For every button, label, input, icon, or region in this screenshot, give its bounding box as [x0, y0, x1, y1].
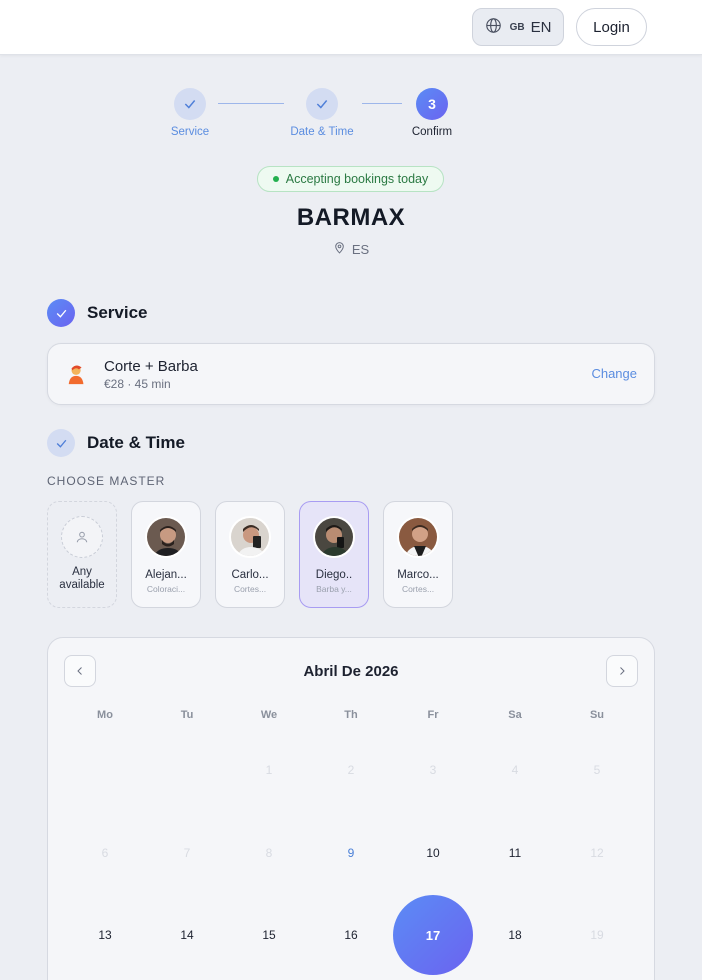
step-label: Date & Time [290, 126, 354, 138]
calendar-day: 5 [593, 763, 601, 777]
choose-master-label: CHOOSE MASTER [47, 474, 166, 488]
step-date-time[interactable]: Date & Time [277, 88, 367, 138]
calendar-day: 12 [590, 846, 604, 860]
master-name: Carlo... [231, 569, 269, 581]
next-month-button[interactable] [606, 655, 638, 687]
calendar-day: 19 [590, 928, 604, 942]
master-name: Marco... [397, 569, 439, 581]
section-title: Service [87, 303, 148, 322]
globe-icon [485, 17, 502, 38]
calendar-day[interactable]: 14 [157, 928, 217, 942]
master-avatar [313, 516, 355, 558]
weekday-header: Fr [427, 709, 439, 721]
calendar-day[interactable]: 9 [321, 846, 381, 860]
step-label: Service [170, 126, 210, 138]
calendar-day: 3 [429, 763, 437, 777]
change-service-link[interactable]: Change [591, 366, 637, 381]
login-button[interactable]: Login [576, 8, 647, 46]
step-confirm: 3 Confirm [387, 88, 477, 138]
master-specialty: Cortes... [233, 584, 267, 594]
chevron-right-icon [620, 667, 625, 675]
calendar: Abril De 2026 Mo Tu We Th Fr Sa Su 1 2 3 4 5 6 7 8 9 10 1… [47, 637, 655, 980]
master-avatar [229, 516, 271, 558]
status-badge: Accepting bookings today [257, 166, 444, 192]
language-selector[interactable]: GB EN [472, 8, 564, 46]
shop-location: ES [0, 241, 702, 257]
step-label: Confirm [411, 126, 453, 138]
weekday-header: Tu [180, 709, 194, 721]
master-specialty: Barba y... [316, 584, 352, 594]
check-icon [47, 299, 75, 327]
calendar-day-selected[interactable]: 17 [393, 895, 473, 975]
status-text: Accepting bookings today [285, 172, 429, 186]
master-name: Alejan... [145, 569, 187, 581]
check-icon [47, 429, 75, 457]
calendar-day: 6 [101, 846, 109, 860]
master-any-available[interactable]: Any available [47, 501, 117, 608]
any-master-label: Any available [59, 566, 105, 591]
check-icon [174, 88, 206, 120]
master-avatar [397, 516, 439, 558]
calendar-day: 1 [265, 763, 273, 777]
master-card[interactable]: Marco... Cortes... [383, 501, 453, 608]
master-card[interactable]: Carlo... Cortes... [215, 501, 285, 608]
master-specialty: Cortes... [401, 584, 435, 594]
service-section-header: Service [47, 299, 148, 327]
user-icon [61, 516, 103, 558]
service-name: Corte + Barba [104, 358, 198, 375]
status-dot [272, 176, 279, 182]
master-card[interactable]: Alejan... Coloraci... [131, 501, 201, 608]
master-avatar [145, 516, 187, 558]
section-title: Date & Time [87, 433, 185, 452]
calendar-day: 2 [347, 763, 355, 777]
step-number: 3 [416, 88, 448, 120]
calendar-day[interactable]: 10 [403, 846, 463, 860]
flag-label: GB [509, 21, 525, 33]
calendar-day: 4 [511, 763, 519, 777]
calendar-month-title: Abril De 2026 [303, 663, 399, 680]
calendar-day: 7 [183, 846, 191, 860]
barber-icon [66, 363, 88, 390]
calendar-day[interactable]: 16 [321, 928, 381, 942]
calendar-day: 8 [265, 846, 273, 860]
service-price-duration: €28 · 45 min [104, 377, 171, 391]
language-code: EN [530, 18, 552, 36]
master-card-selected[interactable]: Diego.. Barba y... [299, 501, 369, 608]
check-icon [306, 88, 338, 120]
weekday-header: Th [344, 709, 358, 721]
weekday-header: We [260, 709, 278, 721]
calendar-day[interactable]: 11 [485, 846, 545, 860]
location-text: ES [351, 241, 370, 257]
weekday-header: Su [589, 709, 605, 721]
shop-name: BARMAX [296, 204, 406, 231]
master-specialty: Coloraci... [146, 584, 186, 594]
calendar-day[interactable]: 13 [75, 928, 135, 942]
step-service[interactable]: Service [145, 88, 235, 138]
calendar-day[interactable]: 15 [239, 928, 299, 942]
weekday-header: Sa [508, 709, 522, 721]
weekday-header: Mo [97, 709, 113, 721]
calendar-day[interactable]: 18 [485, 928, 545, 942]
date-time-section-header: Date & Time [47, 429, 185, 457]
location-pin-icon [333, 241, 346, 257]
top-bar: GB EN Login [0, 0, 702, 55]
master-name: Diego.. [315, 569, 353, 581]
selected-service-card: Corte + Barba €28 · 45 min Change [47, 343, 655, 405]
